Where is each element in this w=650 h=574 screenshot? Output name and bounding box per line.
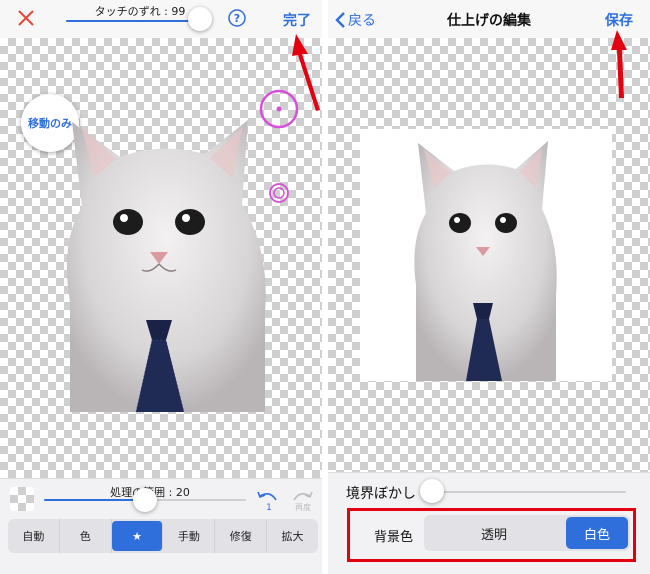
edge-blur-label: 境界ぼかし: [346, 486, 416, 502]
tool-auto-button[interactable]: 自動: [8, 519, 60, 553]
tool-manual-button[interactable]: 手動: [163, 519, 216, 553]
touch-offset-fill: [66, 20, 200, 22]
brush-cursor-icon: [259, 89, 299, 129]
move-only-button[interactable]: 移動のみ: [21, 94, 79, 152]
preview-thumbnail[interactable]: [10, 487, 34, 511]
result-canvas: [328, 38, 650, 472]
redo-icon[interactable]: 再度: [288, 487, 318, 511]
cat-result-image: [414, 141, 557, 381]
cutout-canvas[interactable]: 移動のみ: [0, 38, 322, 478]
undo-icon[interactable]: 1: [254, 487, 284, 511]
help-icon[interactable]: ?: [228, 9, 246, 27]
white-background: [360, 129, 612, 381]
process-range-slider-knob[interactable]: [133, 488, 157, 512]
edge-blur-slider-knob[interactable]: [420, 479, 444, 503]
page-title: 仕上げの編集: [447, 13, 531, 29]
cutout-editor-panel: タッチのずれ : 99 ? 完了 移動のみ: 20 1 再度 自動 色 ★ 手…: [0, 0, 322, 574]
tool-repair-button[interactable]: 修復: [215, 519, 268, 553]
finish-top-bar: 戻る 仕上げの編集 保存: [328, 0, 650, 39]
svg-text:?: ?: [234, 12, 240, 25]
tool-zoom-button[interactable]: 拡大: [267, 519, 318, 553]
tool-color-button[interactable]: 色: [60, 519, 112, 553]
finish-options-panel: 境界ぼかし 背景色 透明 白色: [328, 472, 650, 574]
finish-edit-panel: 戻る 仕上げの編集 保存 境界ぼかし 背景色 透明 白色: [328, 0, 650, 574]
background-color-label: 背景色: [374, 530, 414, 545]
save-button[interactable]: 保存: [605, 10, 633, 30]
editor-top-bar: タッチのずれ : 99 ? 完了: [0, 0, 322, 39]
tool-selector: 自動 色 ★ 手動 修復 拡大: [8, 519, 318, 553]
bg-transparent-option[interactable]: 透明: [424, 515, 564, 551]
close-icon[interactable]: [16, 8, 36, 28]
process-range-fill: [44, 499, 146, 501]
tool-star-button[interactable]: ★: [111, 521, 164, 551]
touch-offset-slider-knob[interactable]: [188, 7, 212, 31]
background-color-selector: 透明 白色: [424, 515, 630, 551]
cat-cutout-image: [66, 120, 266, 412]
done-button[interactable]: 完了: [283, 10, 311, 30]
undo-count: 1: [266, 503, 272, 511]
brush-preview-icon: [269, 183, 289, 203]
bg-white-option[interactable]: 白色: [566, 517, 628, 549]
redo-label: 再度: [295, 502, 311, 511]
edge-blur-track[interactable]: [430, 491, 626, 493]
tool-panel: 処理の範囲 : 20 1 再度 自動 色 ★ 手動 修復 拡大: [0, 478, 322, 574]
